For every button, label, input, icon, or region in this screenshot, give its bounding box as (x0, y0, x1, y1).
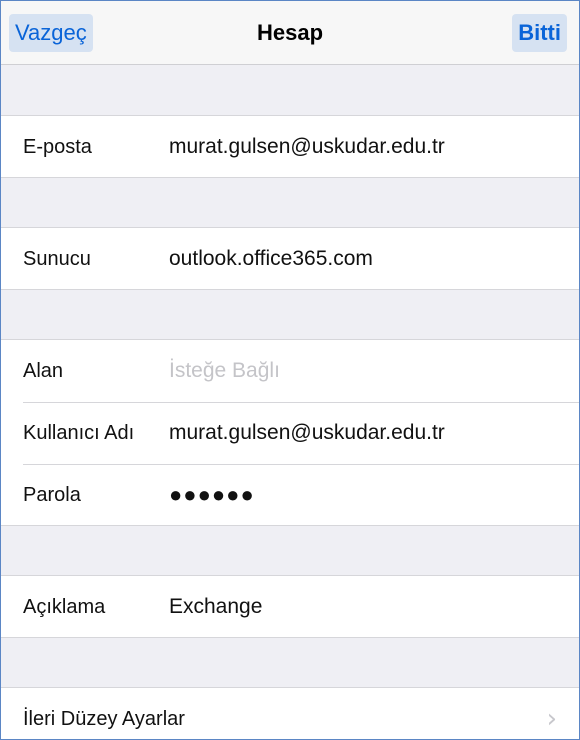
chevron-right-icon: › (546, 704, 557, 734)
description-label: Açıklama (23, 596, 106, 618)
password-label: Parola (23, 484, 81, 506)
description-group: Açıklama Exchange (1, 575, 579, 638)
server-label: Sunucu (23, 248, 91, 270)
advanced-settings-row[interactable]: İleri Düzey Ayarlar › (1, 688, 579, 739)
email-field[interactable]: murat.gulsen@uskudar.edu.tr (169, 116, 445, 178)
advanced-settings-label: İleri Düzey Ayarlar (23, 708, 185, 730)
section-spacer (1, 65, 579, 115)
password-row[interactable]: Parola ●●●●●● (1, 464, 579, 526)
domain-label: Alan (23, 360, 64, 382)
username-row[interactable]: Kullanıcı Adı murat.gulsen@uskudar.edu.t… (1, 402, 579, 464)
done-button[interactable]: Bitti (512, 14, 567, 52)
domain-field[interactable]: İsteğe Bağlı (169, 340, 280, 402)
username-field[interactable]: murat.gulsen@uskudar.edu.tr (169, 402, 445, 464)
credentials-group: Alan İsteğe Bağlı Kullanıcı Adı murat.gu… (1, 339, 579, 526)
email-row[interactable]: E-posta murat.gulsen@uskudar.edu.tr (1, 116, 579, 178)
description-field[interactable]: Exchange (169, 576, 262, 638)
server-field[interactable]: outlook.office365.com (169, 228, 373, 290)
email-label: E-posta (23, 136, 92, 158)
account-settings-screen: Vazgeç Hesap Bitti E-posta murat.gulsen@… (0, 0, 580, 740)
domain-row[interactable]: Alan İsteğe Bağlı (1, 340, 579, 402)
server-row[interactable]: Sunucu outlook.office365.com (1, 228, 579, 290)
server-group: Sunucu outlook.office365.com (1, 227, 579, 290)
password-field[interactable]: ●●●●●● (169, 464, 255, 526)
description-row[interactable]: Açıklama Exchange (1, 576, 579, 638)
email-group: E-posta murat.gulsen@uskudar.edu.tr (1, 115, 579, 178)
username-label: Kullanıcı Adı (23, 422, 135, 444)
navigation-bar: Vazgeç Hesap Bitti (1, 1, 579, 65)
advanced-group: İleri Düzey Ayarlar › (1, 687, 579, 739)
cancel-button[interactable]: Vazgeç (9, 14, 93, 52)
